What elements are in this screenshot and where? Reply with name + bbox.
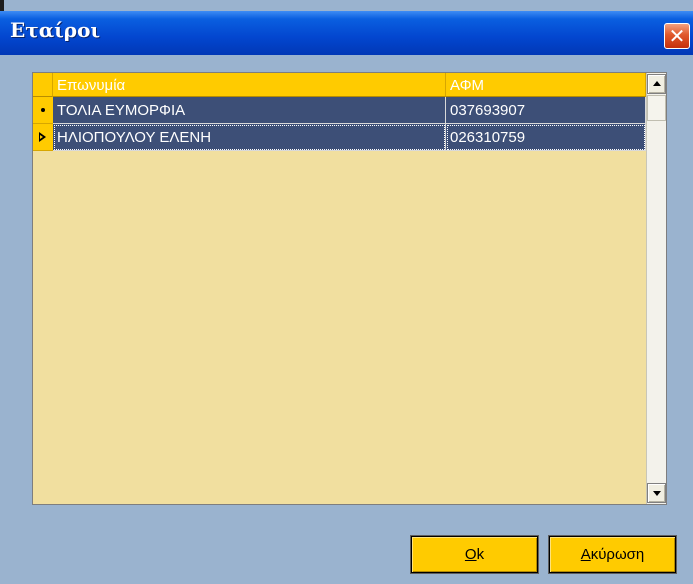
current-row-arrow-icon bbox=[39, 132, 46, 142]
cell-afm[interactable]: 037693907 bbox=[446, 97, 646, 124]
frame-corner bbox=[0, 0, 4, 11]
vertical-scrollbar[interactable] bbox=[646, 73, 666, 504]
window-title: Εταίροι bbox=[10, 18, 101, 42]
scroll-up-button[interactable] bbox=[647, 74, 666, 94]
cell-afm[interactable]: 026310759 bbox=[446, 124, 646, 151]
title-bar[interactable]: Εταίροι ✕ bbox=[0, 11, 693, 55]
scroll-thumb[interactable] bbox=[647, 95, 666, 121]
ok-button[interactable]: Ok bbox=[410, 535, 539, 574]
column-header-afm[interactable]: ΑΦΜ bbox=[446, 73, 646, 97]
close-icon: ✕ bbox=[668, 24, 686, 48]
dialog-window: Εταίροι ✕ Επωνυμία ΑΦΜ ΤΟΛΙΑ ΕΥΜΟΡΦΙΑ 03… bbox=[0, 0, 693, 584]
cancel-button[interactable]: Ακύρωση bbox=[548, 535, 677, 574]
cell-name[interactable]: ΗΛΙΟΠΟΥΛΟΥ ΕΛΕΝΗ bbox=[53, 124, 446, 151]
row-indicator[interactable] bbox=[33, 97, 53, 124]
close-button[interactable]: ✕ bbox=[664, 23, 690, 49]
table-row[interactable]: ΤΟΛΙΑ ΕΥΜΟΡΦΙΑ 037693907 bbox=[33, 97, 646, 124]
cell-name[interactable]: ΤΟΛΙΑ ΕΥΜΟΡΦΙΑ bbox=[53, 97, 446, 124]
column-header-name[interactable]: Επωνυμία bbox=[53, 73, 446, 97]
ok-button-label: Ok bbox=[464, 546, 485, 563]
arrow-up-icon bbox=[653, 81, 661, 86]
scroll-down-button[interactable] bbox=[647, 483, 666, 503]
partners-grid[interactable]: Επωνυμία ΑΦΜ ΤΟΛΙΑ ΕΥΜΟΡΦΙΑ 037693907 ΗΛ… bbox=[32, 72, 667, 505]
cancel-button-label: Ακύρωση bbox=[580, 546, 645, 563]
arrow-down-icon bbox=[653, 491, 661, 496]
header-indicator-cell bbox=[33, 73, 53, 97]
row-indicator[interactable] bbox=[33, 124, 53, 151]
table-row[interactable]: ΗΛΙΟΠΟΥΛΟΥ ΕΛΕΝΗ 026310759 bbox=[33, 124, 646, 151]
dot-icon bbox=[41, 108, 45, 112]
